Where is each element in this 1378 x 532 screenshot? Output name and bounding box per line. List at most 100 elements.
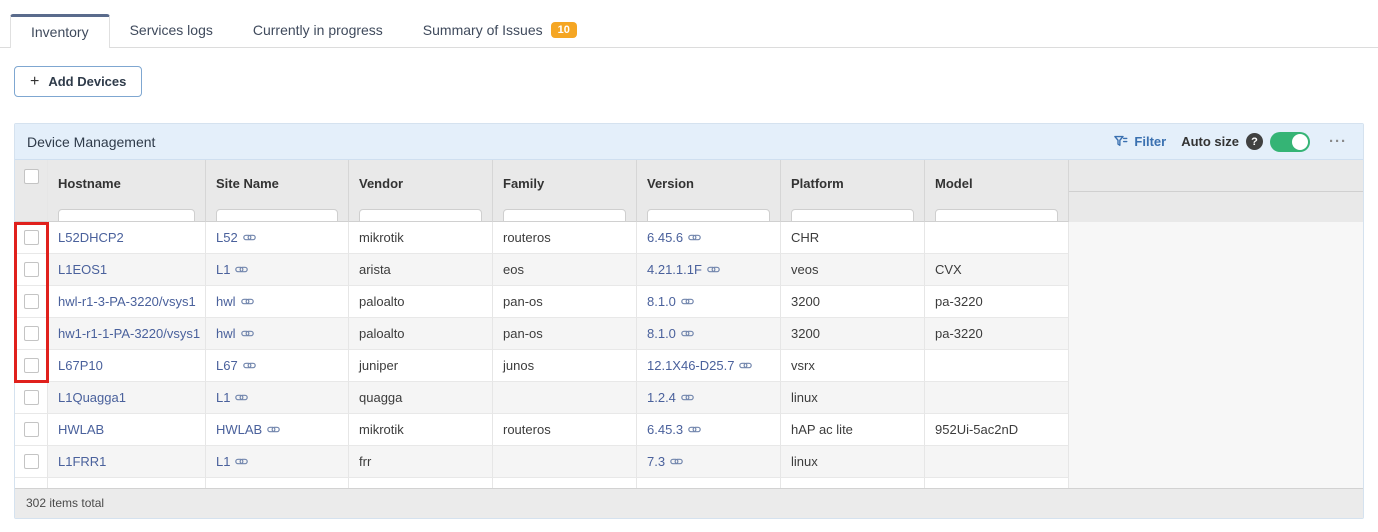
column-header-platform: Platform bbox=[781, 160, 925, 222]
table-row: hwl-r1-3-PA-3220/vsys1 hwl paloalto pan-… bbox=[15, 286, 1363, 318]
row-checkbox[interactable] bbox=[24, 294, 39, 309]
version-link[interactable]: 8.1.0 bbox=[647, 286, 694, 317]
table-row: L67P10 L67 juniper junos 12.1X46-D25.7 v… bbox=[15, 350, 1363, 382]
device-table: Hostname Site Name Vendor Family Version… bbox=[15, 160, 1363, 488]
hostname-link[interactable]: L1FRR1 bbox=[58, 446, 106, 477]
model-cell: 952Ui-5ac2nD bbox=[925, 414, 1069, 446]
tab-inventory[interactable]: Inventory bbox=[10, 14, 110, 48]
family-cell bbox=[493, 382, 637, 414]
autosize-toggle[interactable] bbox=[1270, 132, 1310, 152]
tab-currently-in-progress-label: Currently in progress bbox=[253, 14, 383, 46]
model-cell: pa-3220 bbox=[925, 318, 1069, 350]
hostname-link[interactable]: L52DHCP2 bbox=[58, 222, 124, 253]
model-cell: CVX bbox=[925, 254, 1069, 286]
add-devices-label: Add Devices bbox=[48, 74, 126, 89]
table-row: hw1-r1-1-PA-3220/vsys1 hwl paloalto pan-… bbox=[15, 318, 1363, 350]
tab-bar: Inventory Services logs Currently in pro… bbox=[0, 0, 1378, 48]
select-all-checkbox[interactable] bbox=[24, 169, 39, 184]
family-cell: junos bbox=[493, 350, 637, 382]
version-link[interactable]: 6.45.6 bbox=[647, 222, 701, 253]
link-icon bbox=[241, 327, 254, 340]
platform-cell: CHR bbox=[781, 222, 925, 254]
plus-icon: + bbox=[30, 75, 39, 88]
row-checkbox[interactable] bbox=[24, 454, 39, 469]
hostname-link[interactable]: hw1-r1-1-PA-3220/vsys1 bbox=[58, 318, 200, 349]
table-row: L1Quagga1 L1 quagga 1.2.4 linux bbox=[15, 382, 1363, 414]
add-devices-button[interactable]: + Add Devices bbox=[14, 66, 142, 97]
more-options-button[interactable]: ··· bbox=[1325, 133, 1351, 150]
row-checkbox[interactable] bbox=[24, 358, 39, 373]
link-icon bbox=[681, 391, 694, 404]
column-header-site: Site Name bbox=[206, 160, 349, 222]
hostname-link[interactable]: L1Quagga1 bbox=[58, 382, 126, 413]
site-link[interactable]: hwl bbox=[216, 318, 254, 349]
row-checkbox[interactable] bbox=[24, 422, 39, 437]
family-cell bbox=[493, 446, 637, 478]
site-link[interactable]: L1 bbox=[216, 254, 248, 285]
family-cell: pan-os bbox=[493, 318, 637, 350]
tab-summary-of-issues[interactable]: Summary of Issues 10 bbox=[403, 13, 597, 47]
hostname-link[interactable]: hwl-r1-3-PA-3220/vsys1 bbox=[58, 286, 196, 317]
link-icon bbox=[243, 359, 256, 372]
filter-button[interactable]: Filter bbox=[1113, 134, 1166, 149]
tab-inventory-label: Inventory bbox=[31, 18, 89, 47]
platform-cell: linux bbox=[781, 382, 925, 414]
link-icon bbox=[688, 423, 701, 436]
link-icon bbox=[241, 295, 254, 308]
link-icon bbox=[670, 455, 683, 468]
table-footer: 302 items total bbox=[15, 488, 1363, 518]
link-icon bbox=[707, 263, 720, 276]
hostname-link[interactable]: HWLAB bbox=[58, 414, 104, 445]
column-header-family: Family bbox=[493, 160, 637, 222]
help-icon[interactable]: ? bbox=[1246, 133, 1263, 150]
row-checkbox[interactable] bbox=[24, 326, 39, 341]
vendor-cell: quagga bbox=[349, 382, 493, 414]
platform-cell: veos bbox=[781, 254, 925, 286]
site-link[interactable]: L1 bbox=[216, 382, 248, 413]
tab-services-logs-label: Services logs bbox=[130, 14, 213, 46]
select-all-cell bbox=[15, 160, 48, 222]
partial-row bbox=[15, 478, 1363, 488]
toggle-knob bbox=[1292, 134, 1308, 150]
autosize-control: Auto size ? bbox=[1181, 132, 1310, 152]
table-header-row: Hostname Site Name Vendor Family Version… bbox=[15, 160, 1363, 222]
panel-controls: Filter Auto size ? ··· bbox=[1113, 132, 1351, 152]
version-link[interactable]: 4.21.1.1F bbox=[647, 254, 720, 285]
platform-cell: 3200 bbox=[781, 318, 925, 350]
version-link[interactable]: 7.3 bbox=[647, 446, 683, 477]
link-icon bbox=[235, 263, 248, 276]
tab-currently-in-progress[interactable]: Currently in progress bbox=[233, 13, 403, 47]
link-icon bbox=[688, 231, 701, 244]
row-checkbox[interactable] bbox=[24, 390, 39, 405]
model-cell bbox=[925, 222, 1069, 254]
row-checkbox[interactable] bbox=[24, 262, 39, 277]
version-link[interactable]: 1.2.4 bbox=[647, 382, 694, 413]
filter-label: Filter bbox=[1134, 134, 1166, 149]
site-link[interactable]: L1 bbox=[216, 446, 248, 477]
autosize-label: Auto size bbox=[1181, 134, 1239, 149]
table-row: L52DHCP2 L52 mikrotik routeros 6.45.6 CH… bbox=[15, 222, 1363, 254]
version-link[interactable]: 12.1X46-D25.7 bbox=[647, 350, 752, 381]
model-cell bbox=[925, 446, 1069, 478]
panel-header: Device Management Filter Auto size ? ··· bbox=[15, 124, 1363, 160]
link-icon bbox=[243, 231, 256, 244]
model-cell bbox=[925, 382, 1069, 414]
site-link[interactable]: L67 bbox=[216, 350, 256, 381]
hostname-link[interactable]: L1EOS1 bbox=[58, 254, 107, 285]
site-link[interactable]: L52 bbox=[216, 222, 256, 253]
device-management-panel: Device Management Filter Auto size ? ···… bbox=[14, 123, 1364, 519]
family-cell: routeros bbox=[493, 222, 637, 254]
version-link[interactable]: 6.45.3 bbox=[647, 414, 701, 445]
model-cell bbox=[925, 350, 1069, 382]
vendor-cell: frr bbox=[349, 446, 493, 478]
version-link[interactable]: 8.1.0 bbox=[647, 318, 694, 349]
vendor-cell: mikrotik bbox=[349, 414, 493, 446]
site-link[interactable]: HWLAB bbox=[216, 414, 280, 445]
tab-services-logs[interactable]: Services logs bbox=[110, 13, 233, 47]
row-checkbox[interactable] bbox=[24, 230, 39, 245]
site-link[interactable]: hwl bbox=[216, 286, 254, 317]
hostname-link[interactable]: L67P10 bbox=[58, 350, 103, 381]
vendor-cell: paloalto bbox=[349, 286, 493, 318]
table-row: L1EOS1 L1 arista eos 4.21.1.1F veos CVX bbox=[15, 254, 1363, 286]
platform-cell: vsrx bbox=[781, 350, 925, 382]
